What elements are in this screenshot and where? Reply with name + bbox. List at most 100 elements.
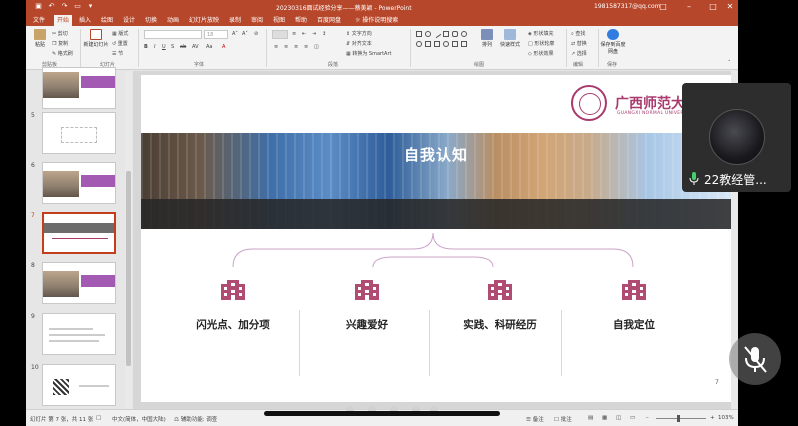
collapse-ribbon-icon[interactable]: ˄ <box>728 60 731 66</box>
reset-button[interactable]: ↺ 重置 <box>112 40 128 47</box>
accessibility-status[interactable]: ⚖ 辅助功能: 调查 <box>174 415 217 423</box>
slide-thumbnail[interactable] <box>42 313 116 355</box>
shape-outline-button[interactable]: □ 形状轮廓 <box>528 40 554 47</box>
columns-button[interactable]: ◫ <box>314 44 319 50</box>
oval-shape-icon[interactable] <box>425 31 431 37</box>
new-slide-button[interactable]: 新建幻灯片 <box>83 29 109 48</box>
zoom-slider[interactable] <box>656 418 706 419</box>
find-button[interactable]: ⌕ 查找 <box>571 30 585 37</box>
bullets-button[interactable] <box>272 30 288 39</box>
redo-icon[interactable]: ↷ <box>60 2 69 11</box>
char-spacing-button[interactable]: AV <box>192 44 199 50</box>
tab-review[interactable]: 审阅 <box>248 15 266 26</box>
ribbon-display-icon[interactable]: □ <box>656 1 670 13</box>
comments-button[interactable]: ☐ 批注 <box>554 415 572 423</box>
select-button[interactable]: ↗ 选择 <box>571 50 587 57</box>
mute-button[interactable] <box>729 333 781 385</box>
slide-thumbnail[interactable] <box>42 162 116 204</box>
rectangle-shape-icon[interactable] <box>443 31 449 37</box>
normal-view-icon[interactable]: ▤ <box>588 415 593 421</box>
justify-button[interactable]: ≡ <box>304 44 308 50</box>
font-name-field[interactable] <box>144 30 202 39</box>
slide-thumbnail[interactable] <box>42 112 116 154</box>
slide-thumbnail[interactable] <box>42 364 116 406</box>
tab-transitions[interactable]: 切换 <box>142 15 160 26</box>
slide-thumbnail[interactable] <box>42 262 116 304</box>
arrow-shape-icon[interactable] <box>452 41 458 47</box>
zoom-out-button[interactable]: – <box>646 415 649 421</box>
tab-help[interactable]: 帮助 <box>292 15 310 26</box>
bold-button[interactable]: B <box>144 44 148 50</box>
tell-me-search[interactable]: ☼ 操作说明搜索 <box>352 15 401 26</box>
thumbnails-scrollbar[interactable] <box>125 71 132 409</box>
circle-shape-icon[interactable] <box>461 31 467 37</box>
shape-fill-button[interactable]: ◈ 形状填充 <box>528 30 553 37</box>
tab-slideshow[interactable]: 幻灯片放映 <box>186 15 222 26</box>
meeting-control-bar[interactable] <box>264 411 500 416</box>
align-text-button[interactable]: ⇵ 对齐文本 <box>346 40 372 47</box>
convert-smartart-button[interactable]: ▦ 转换为 SmartArt <box>346 50 391 57</box>
arrange-button[interactable]: 排列 <box>476 29 498 48</box>
align-center-button[interactable]: ≡ <box>284 44 288 50</box>
close-button[interactable]: ✕ <box>723 1 737 13</box>
triangle-shape-icon[interactable] <box>425 41 431 47</box>
save-to-baidu-button[interactable]: 保存到百度网盘 <box>600 29 626 55</box>
text-direction-button[interactable]: ⇕ 文字方向 <box>346 30 372 37</box>
tab-insert[interactable]: 插入 <box>76 15 94 26</box>
clear-format-icon[interactable]: ⊘ <box>254 31 258 37</box>
maximize-button[interactable]: □ <box>706 1 720 13</box>
tab-record[interactable]: 录制 <box>226 15 244 26</box>
tab-home[interactable]: 开始 <box>54 15 73 26</box>
copy-button[interactable]: ❐ 复制 <box>52 40 68 47</box>
scrollbar-thumb[interactable] <box>126 171 131 366</box>
layout-button[interactable]: ▦ 版式 <box>112 30 128 37</box>
star-shape-icon[interactable] <box>461 41 467 47</box>
shrink-font-button[interactable]: A˅ <box>242 31 248 37</box>
current-slide[interactable]: 广西师范大学 GUANGXI NORMAL UNIVERSITY 自我认知 闪光… <box>141 75 731 402</box>
font-size-field[interactable]: 18 <box>204 30 228 39</box>
section-button[interactable]: ☰ 节 <box>112 50 123 57</box>
increase-indent-button[interactable]: ⇥ <box>312 31 316 37</box>
save-icon[interactable]: ▣ <box>34 2 43 11</box>
replace-button[interactable]: ⇄ 替换 <box>571 40 587 47</box>
account-name[interactable]: 1981587317@qq.com <box>594 3 661 10</box>
shadow-button[interactable]: S <box>171 44 174 50</box>
undo-icon[interactable]: ↶ <box>47 2 56 11</box>
rounded-rect-shape-icon[interactable] <box>452 31 458 37</box>
paste-button[interactable]: 粘贴 <box>29 29 51 48</box>
font-color-button[interactable]: A <box>222 44 225 50</box>
slideshow-view-icon[interactable]: ▭ <box>630 415 635 421</box>
customize-quick-access-icon[interactable]: ▾ <box>86 2 95 11</box>
slide-thumbnail[interactable] <box>42 67 116 109</box>
strikethrough-button[interactable]: ab <box>180 44 186 50</box>
align-right-button[interactable]: ≡ <box>294 44 298 50</box>
underline-button[interactable]: U <box>162 44 166 50</box>
italic-button[interactable]: I <box>154 44 155 50</box>
grow-font-button[interactable]: A˄ <box>232 31 238 37</box>
zoom-in-button[interactable]: + <box>710 415 715 421</box>
align-left-button[interactable]: ≡ <box>274 44 278 50</box>
numbering-button[interactable]: ≡ <box>292 31 296 37</box>
slide-sorter-icon[interactable]: ▦ <box>602 415 607 421</box>
spell-check-icon[interactable]: □ <box>96 415 101 421</box>
participant-video-tile[interactable]: 22教经管... <box>682 83 791 192</box>
minimize-button[interactable]: – <box>682 1 696 13</box>
tab-file[interactable]: 文件 <box>30 15 48 26</box>
rectangle-shape-icon[interactable] <box>434 41 440 47</box>
shape-effects-button[interactable]: ◇ 形状效果 <box>528 50 553 57</box>
tab-baidu-netdisk[interactable]: 百度网盘 <box>314 15 344 26</box>
slide-thumbnail-selected[interactable] <box>42 212 116 254</box>
start-from-beginning-icon[interactable]: ▭ <box>73 2 82 11</box>
reading-view-icon[interactable]: ◫ <box>616 415 621 421</box>
cut-button[interactable]: ✂ 剪切 <box>52 30 68 37</box>
line-spacing-button[interactable]: ↕ <box>322 31 326 37</box>
line-shape-icon[interactable] <box>432 29 442 39</box>
quick-styles-button[interactable]: 快速样式 <box>496 29 524 48</box>
tab-animations[interactable]: 动画 <box>164 15 182 26</box>
zoom-level[interactable]: 103% <box>718 415 734 421</box>
zoom-slider-knob[interactable] <box>677 415 680 422</box>
decrease-indent-button[interactable]: ⇤ <box>302 31 306 37</box>
format-painter-button[interactable]: ✎ 格式刷 <box>52 50 73 57</box>
notes-button[interactable]: ☰ 备注 <box>526 415 544 423</box>
change-case-button[interactable]: Aa <box>206 44 212 50</box>
